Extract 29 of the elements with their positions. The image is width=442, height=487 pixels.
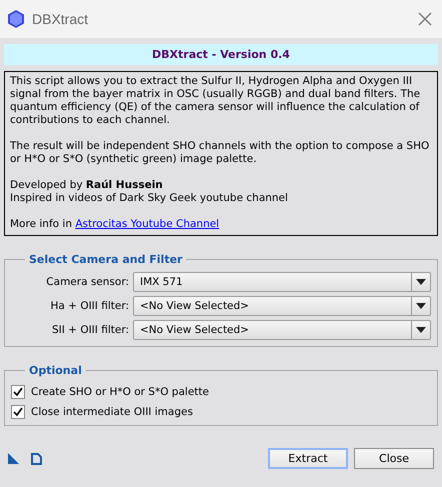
checkbox-label: Create SHO or H*O or S*O palette — [31, 386, 209, 398]
credits-text: Inspired in videos of Dark Sky Geek youtube channel — [10, 192, 289, 205]
caret-icon — [416, 279, 426, 285]
credits-text: Developed by Raúl Hussein — [10, 179, 164, 192]
dropdown[interactable]: <No View Selected> — [133, 320, 431, 340]
checkbox[interactable] — [11, 385, 25, 399]
more-info-text: More info in — [10, 218, 72, 230]
dialog-button[interactable]: Extract — [268, 448, 348, 469]
dropdown[interactable]: <No View Selected> — [133, 296, 431, 316]
caret-icon — [416, 327, 426, 333]
group-title: Optional — [28, 364, 83, 377]
description-text: The result will be independent SHO channels with the option to compose a SHO or H*O or S*O (synthetic green) image palette. — [10, 140, 430, 166]
field-label: Ha + OIII filter: — [50, 300, 129, 312]
window-title: DBXtract — [32, 11, 90, 27]
channel-link[interactable]: Astrocitas Youtube Channel — [75, 218, 220, 230]
triangle-icon[interactable] — [8, 453, 19, 464]
version-banner: DBXtract - Version 0.4 — [4, 44, 438, 65]
group-title: Select Camera and Filter — [28, 253, 184, 266]
description-text: This script allows you to extract the Sulfur II, Hydrogen Alpha and Oxygen III signal from the bayer matrix in OSC (usually RGGB) and dual band filters. The quantum efficiency (QE) of the camera sensor will influence the calculation of contributions to each channel. — [10, 75, 422, 127]
document-icon[interactable] — [31, 452, 42, 464]
field-label: Camera sensor: — [45, 276, 129, 288]
checkbox[interactable] — [11, 405, 25, 419]
app-icon — [8, 10, 24, 28]
close-icon[interactable] — [418, 12, 432, 26]
caret-icon — [416, 303, 426, 309]
field-label: SII + OIII filter: — [50, 324, 129, 336]
dialog-button[interactable]: Close — [354, 448, 434, 469]
checkbox-label: Close intermediate OIII images — [31, 406, 193, 418]
dropdown[interactable]: IMX 571 — [133, 272, 431, 292]
